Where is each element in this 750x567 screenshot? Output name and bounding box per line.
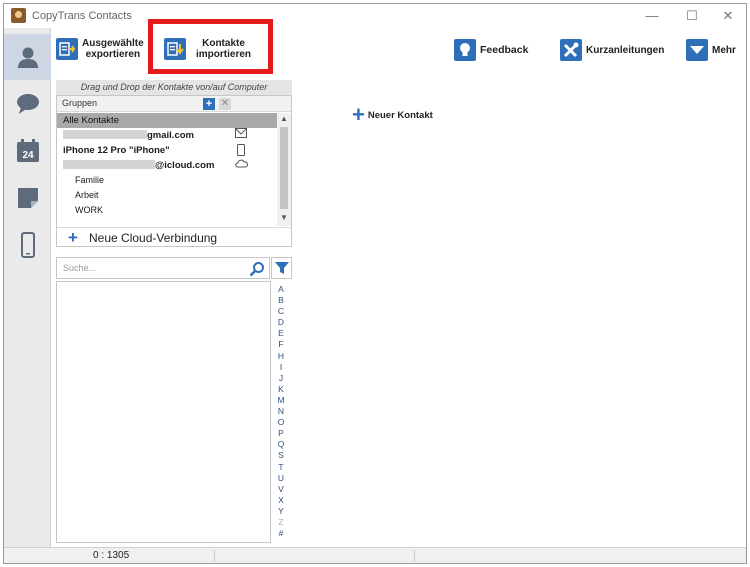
groups-scrollbar[interactable]: ▲ ▼ [277,113,291,226]
alphabet-letter[interactable]: A [274,284,288,295]
status-bar: 0 : 1305 [4,547,746,563]
more-button[interactable]: Mehr [686,39,736,61]
alphabet-letter[interactable]: S [274,450,288,461]
new-contact-label: Neuer Kontakt [367,109,433,121]
alphabet-letter[interactable]: U [274,473,288,484]
filter-button[interactable] [271,257,292,279]
lightbulb-icon [454,39,476,61]
device-icon [237,144,245,158]
group-work-de[interactable]: Arbeit [57,188,277,203]
messages-icon [16,94,39,114]
drag-drop-hint: Drag und Drop der Kontakte von/auf Compu… [56,80,292,95]
contact-list[interactable] [56,281,271,543]
alphabet-letter[interactable]: P [274,428,288,439]
contacts-icon [17,47,38,68]
alphabet-letter[interactable]: O [274,417,288,428]
nav-notes[interactable] [4,175,51,221]
alphabet-letter[interactable]: Y [274,506,288,517]
phone-icon [20,232,35,258]
groups-header-label: Gruppen [62,98,98,108]
alphabet-letter[interactable]: F [274,339,288,350]
close-button[interactable]: ✕ [710,6,746,26]
app-logo-icon [11,8,26,23]
redacted-text [63,130,147,139]
calendar-day: 24 [22,150,34,161]
minimize-button[interactable]: — [634,6,670,26]
nav-calendar[interactable]: 24 [4,128,51,174]
contact-count: 0 : 1305 [93,550,130,561]
maximize-button[interactable]: ☐ [674,6,710,26]
plus-icon: + [68,228,78,247]
status-divider [214,550,215,562]
alphabet-letter[interactable]: # [274,528,288,539]
tools-icon [560,39,582,61]
search-input[interactable]: Suche... [63,263,96,273]
groups-panel: Gruppen + ✕ Alle Kontakte gmail.com iPho… [56,95,292,247]
new-cloud-connection-label: Neue Cloud-Verbindung [89,231,218,245]
feedback-label: Feedback [480,43,529,56]
alphabet-index: A B C D E F H I J K M N O P Q S T U V X Y Z # [274,284,288,539]
redacted-text [63,160,155,169]
highlight-frame [148,19,273,74]
groups-header: Gruppen + ✕ [57,96,291,112]
alphabet-letter[interactable]: V [274,484,288,495]
alphabet-letter[interactable]: T [274,462,288,473]
alphabet-letter[interactable]: H [274,351,288,362]
export-selected-button[interactable]: Ausgewählte exportieren [56,38,144,60]
mail-icon [235,128,247,143]
group-family[interactable]: Familie [57,173,277,188]
nav-messages[interactable] [4,81,51,127]
nav-contacts[interactable] [4,34,51,80]
scroll-up-icon[interactable]: ▲ [277,114,291,123]
new-contact-button[interactable]: + Neuer Kontakt [352,102,433,127]
export-label: Ausgewählte exportieren [82,38,144,60]
export-icon [56,38,78,60]
status-divider [414,550,415,562]
alphabet-letter[interactable]: Z [274,517,288,528]
alphabet-letter[interactable]: M [274,395,288,406]
alphabet-letter[interactable]: B [274,295,288,306]
quick-guides-button[interactable]: Kurzanleitungen [560,39,664,61]
chevron-down-icon [686,39,708,61]
plus-icon: + [352,102,365,127]
alphabet-letter[interactable]: Q [274,439,288,450]
new-cloud-connection-button[interactable]: + Neue Cloud-Verbindung [57,227,291,246]
left-navigation: 24 [4,28,51,548]
window-title: CopyTrans Contacts [32,10,132,22]
alphabet-letter[interactable]: K [274,384,288,395]
group-all-contacts[interactable]: Alle Kontakte [57,113,277,128]
add-group-button[interactable]: + [203,98,215,110]
scrollbar-thumb[interactable] [280,127,288,209]
scroll-down-icon[interactable]: ▼ [277,213,291,222]
alphabet-letter[interactable]: C [274,306,288,317]
notes-icon [17,188,38,208]
more-label: Mehr [712,44,736,56]
alphabet-letter[interactable]: J [274,373,288,384]
calendar-icon: 24 [16,139,39,162]
group-gmail-account[interactable]: gmail.com [57,128,277,143]
title-bar: CopyTrans Contacts — ☐ ✕ [4,4,746,28]
group-icloud-account[interactable]: @icloud.com [57,158,277,173]
alphabet-letter[interactable]: N [274,406,288,417]
filter-icon [274,262,289,274]
alphabet-letter[interactable]: I [274,362,288,373]
delete-group-button[interactable]: ✕ [219,98,231,110]
cloud-icon [235,158,249,173]
alphabet-letter[interactable]: E [274,328,288,339]
nav-device[interactable] [4,222,51,268]
feedback-button[interactable]: Feedback [454,39,528,61]
group-work[interactable]: WORK [57,203,277,218]
alphabet-letter[interactable]: D [274,317,288,328]
group-iphone[interactable]: iPhone 12 Pro "iPhone" [57,143,277,158]
alphabet-letter[interactable]: X [274,495,288,506]
quick-guides-label: Kurzanleitungen [586,44,665,56]
app-window: CopyTrans Contacts — ☐ ✕ 24 Ausgewählte … [3,3,747,564]
search-field[interactable]: Suche... [56,257,270,279]
search-icon[interactable] [249,261,265,280]
